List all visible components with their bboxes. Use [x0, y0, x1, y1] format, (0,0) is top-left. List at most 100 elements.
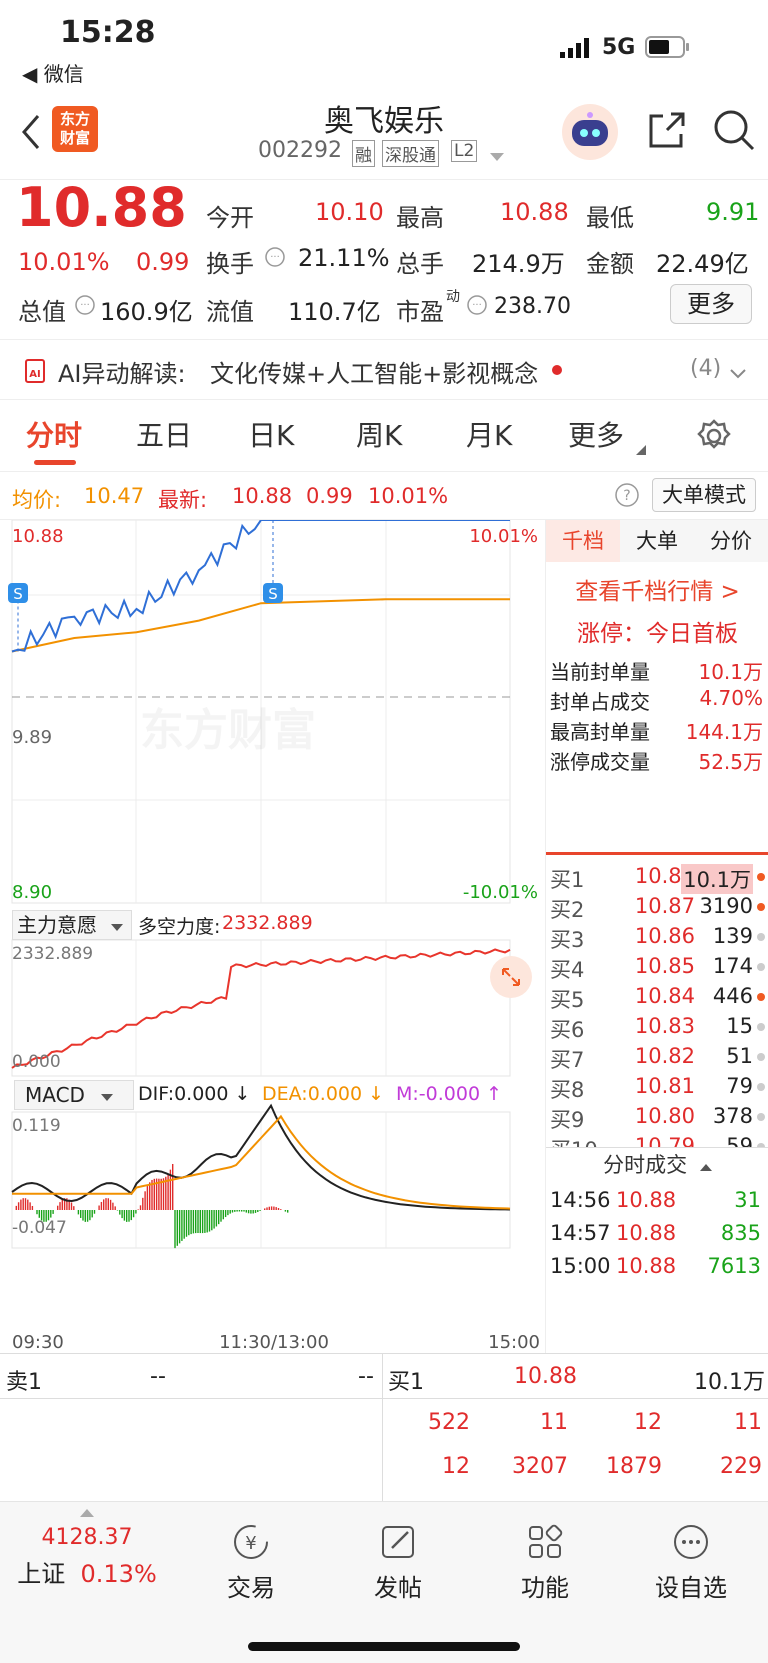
more-icon — [618, 1522, 764, 1566]
clock: 15:28 — [60, 15, 156, 50]
add-watchlist-button[interactable]: 设自选 — [618, 1502, 764, 1603]
trade-volume: 31 — [734, 1188, 761, 1212]
latest-label: 最新: — [158, 488, 208, 512]
dropdown-icon[interactable] — [490, 148, 504, 167]
big-order-mode-button[interactable]: 大单模式 — [652, 478, 756, 512]
macd-selector[interactable]: MACD — [14, 1080, 134, 1110]
limit-stat-value: 52.5万 — [698, 750, 763, 774]
ai-assistant-icon[interactable] — [562, 104, 618, 160]
buy1-label: 买1 — [388, 1370, 424, 1395]
quote-panel: 10.88 10.01% 0.99 今开 10.10 最高 10.88 最低 9… — [0, 176, 768, 340]
bid-row: 买8 10.81 79 — [546, 1072, 768, 1103]
intraday-chart[interactable]: 东方财富 S S 10.88 9.89 8.90 10.01% -10.01% 0… — [0, 519, 545, 1353]
limit-stat-label: 涨停成交量 — [550, 750, 650, 774]
buy1-price: 10.88 — [514, 1364, 577, 1389]
tab-price-dist[interactable]: 分价 — [694, 520, 768, 562]
x-label-close: 15:00 — [488, 1332, 540, 1353]
float-cap-value: 110.7亿 — [288, 298, 381, 326]
field-label: 市盈 — [396, 298, 444, 326]
bid-price: 10.80 — [634, 1104, 695, 1128]
svg-text:?: ? — [623, 488, 630, 504]
turnover-value: 21.11% — [298, 244, 390, 272]
tab-daily-k[interactable]: 日K — [248, 414, 294, 454]
bid-volume: 139 — [712, 924, 753, 948]
limit-stat-row: 封单占成交 4.70% — [546, 684, 768, 714]
field-label: 流值 — [206, 298, 254, 326]
tag-connect: 深股通 — [382, 140, 439, 167]
ai-concepts: 文化传媒+人工智能+影视概念 — [210, 360, 539, 388]
info-icon[interactable]: ··· — [264, 246, 286, 272]
limit-up-title: 涨停：今日首板 — [577, 621, 738, 647]
tab-more[interactable]: 更多 — [568, 414, 624, 454]
bid-label: 买6 — [550, 1018, 585, 1042]
index-ticker[interactable]: 4128.37 上证 0.13% — [14, 1502, 160, 1589]
svg-text:···: ··· — [472, 300, 482, 311]
trades-header[interactable]: 分时成交 — [546, 1147, 768, 1183]
limit-stat-label: 当前封单量 — [550, 660, 650, 684]
indicator-selector[interactable]: 主力意愿 — [12, 910, 132, 940]
market-cap-value: 160.9亿 — [100, 298, 193, 326]
gear-icon[interactable] — [696, 418, 732, 458]
tab-thousand-level[interactable]: 千档 — [546, 520, 620, 562]
pk-row-1: 522 11 12 11 — [428, 1410, 762, 1435]
tab-big-orders[interactable]: 大单 — [620, 520, 694, 562]
bid-label: 买8 — [550, 1078, 585, 1102]
more-button[interactable]: 更多 — [670, 284, 752, 324]
status-bar: 15:28 ◀ 微信 5G — [0, 0, 768, 100]
status-dot-icon — [757, 903, 765, 911]
macd-dea: DEA:0.000 ↓ — [262, 1083, 385, 1105]
avg-label: 均价: — [12, 488, 62, 512]
low-value: 9.91 — [706, 198, 760, 226]
ai-count: (4) — [690, 356, 722, 381]
x-label-midday: 11:30/13:00 — [219, 1332, 329, 1353]
bid-row: 买9 10.80 378 — [546, 1102, 768, 1133]
sub1-y-top: 2332.889 — [12, 944, 94, 964]
status-dot-icon — [757, 873, 765, 881]
limit-stat-value: 4.70% — [699, 686, 763, 710]
trade-row: 14:56 10.88 31 — [546, 1185, 768, 1219]
info-icon[interactable]: ··· — [74, 294, 96, 320]
bid-row: 买3 10.86 139 — [546, 922, 768, 953]
buy1-vol: 10.1万 — [694, 1370, 765, 1395]
back-to-app[interactable]: ◀ 微信 — [22, 58, 84, 87]
search-icon[interactable] — [712, 108, 756, 156]
index-value: 4128.37 — [41, 1525, 133, 1550]
bid-row: 买7 10.82 51 — [546, 1042, 768, 1073]
bid-row: 买6 10.83 15 — [546, 1012, 768, 1043]
signal-s-label: S — [268, 585, 278, 603]
macd-dif: DIF:0.000 ↓ — [138, 1083, 251, 1105]
limit-stat-label: 封单占成交 — [550, 690, 650, 714]
bid-row: 买1 10.88 10.1万 — [546, 862, 768, 894]
share-icon[interactable] — [647, 110, 687, 154]
level1-summary: 卖1 -- -- 买1 10.88 10.1万 522 11 12 11 12 … — [0, 1353, 768, 1502]
more-caret-icon — [636, 440, 646, 459]
bid-label: 买4 — [550, 958, 585, 982]
function-button[interactable]: 功能 — [472, 1502, 618, 1603]
sell1-price: -- — [150, 1364, 166, 1389]
tab-intraday[interactable]: 分时 — [26, 414, 82, 454]
trade-button[interactable]: ¥ 交易 — [178, 1502, 324, 1603]
macd-y-top: 0.119 — [12, 1116, 61, 1136]
tab-monthly-k[interactable]: 月K — [466, 414, 512, 454]
expand-icon[interactable] — [490, 956, 532, 998]
sub1-value: 2332.889 — [222, 912, 313, 934]
trade-time: 14:57 — [550, 1221, 611, 1245]
tab-weekly-k[interactable]: 周K — [356, 414, 402, 454]
info-icon[interactable]: ··· — [466, 294, 488, 320]
ai-analysis-bar[interactable]: AI AI异动解读: 文化传媒+人工智能+影视概念 (4) — [0, 340, 768, 400]
limit-stat-label: 最高封单量 — [550, 720, 650, 744]
bid-price: 10.82 — [634, 1044, 695, 1068]
limit-stat-value: 10.1万 — [698, 660, 763, 684]
help-icon[interactable]: ? — [614, 482, 640, 513]
status-dot-icon — [757, 993, 765, 1001]
sell1-label: 卖1 — [6, 1370, 42, 1395]
tab-five-day[interactable]: 五日 — [136, 414, 192, 454]
bid-price: 10.83 — [634, 1014, 695, 1038]
bid-price: 10.86 — [634, 924, 695, 948]
post-button[interactable]: 发帖 — [325, 1502, 471, 1603]
side-tabs: 千档 大单 分价 — [546, 520, 768, 562]
view-levels-link[interactable]: 查看千档行情 > — [546, 572, 768, 606]
bid-label: 买5 — [550, 988, 585, 1012]
y-top-label: 10.88 — [12, 526, 64, 547]
svg-text:···: ··· — [80, 300, 90, 311]
